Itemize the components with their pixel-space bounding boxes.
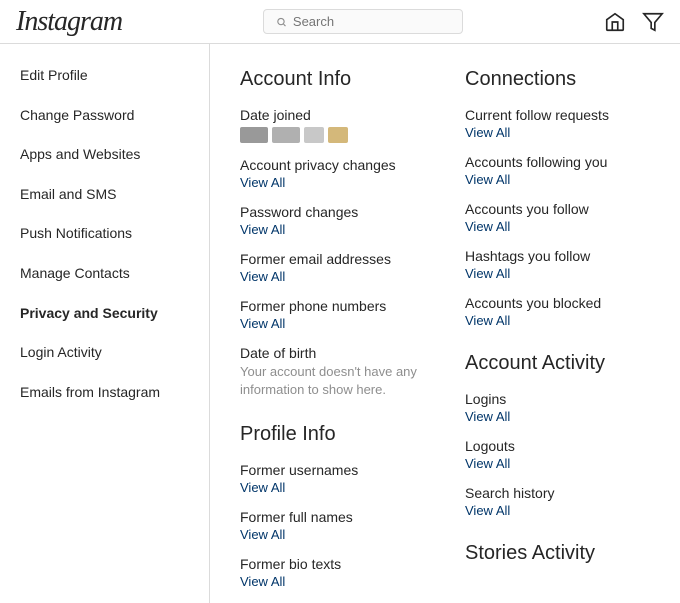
profile-info-section: Profile Info Former usernames View All F… bbox=[240, 423, 425, 589]
former-bio-item: Former bio texts View All bbox=[240, 556, 425, 589]
logouts-label: Logouts bbox=[465, 438, 650, 454]
former-usernames-link[interactable]: View All bbox=[240, 480, 425, 495]
bar-seg-4 bbox=[328, 127, 348, 143]
accounts-following-you-item: Accounts following you View All bbox=[465, 154, 650, 187]
sidebar-item-edit-profile[interactable]: Edit Profile bbox=[0, 56, 209, 96]
hashtags-you-follow-item: Hashtags you follow View All bbox=[465, 248, 650, 281]
logins-link[interactable]: View All bbox=[465, 409, 650, 424]
sidebar-item-change-password[interactable]: Change Password bbox=[0, 96, 209, 136]
home-icon[interactable] bbox=[604, 11, 626, 33]
stories-activity-title: Stories Activity bbox=[465, 542, 650, 565]
former-phone-link[interactable]: View All bbox=[240, 316, 425, 331]
date-joined-bar bbox=[240, 127, 425, 143]
sidebar-item-apps-websites[interactable]: Apps and Websites bbox=[0, 135, 209, 175]
bar-seg-1 bbox=[240, 127, 268, 143]
connections-section: Connections Current follow requests View… bbox=[465, 68, 650, 328]
right-column: Connections Current follow requests View… bbox=[465, 68, 650, 603]
filter-icon[interactable] bbox=[642, 11, 664, 33]
account-info-title: Account Info bbox=[240, 68, 425, 91]
password-changes-label: Password changes bbox=[240, 204, 425, 220]
date-of-birth-label: Date of birth bbox=[240, 345, 425, 361]
sidebar: Edit Profile Change Password Apps and We… bbox=[0, 44, 210, 603]
connections-title: Connections bbox=[465, 68, 650, 91]
hashtags-you-follow-label: Hashtags you follow bbox=[465, 248, 650, 264]
content-area: Account Info Date joined Account privacy… bbox=[210, 44, 680, 603]
account-privacy-changes-link[interactable]: View All bbox=[240, 175, 425, 190]
former-bio-link[interactable]: View All bbox=[240, 574, 425, 589]
former-usernames-label: Former usernames bbox=[240, 462, 425, 478]
header: Instagram bbox=[0, 0, 680, 44]
accounts-you-follow-link[interactable]: View All bbox=[465, 219, 650, 234]
former-full-names-label: Former full names bbox=[240, 509, 425, 525]
stories-activity-section: Stories Activity bbox=[465, 542, 650, 565]
former-usernames-item: Former usernames View All bbox=[240, 462, 425, 495]
accounts-you-follow-item: Accounts you follow View All bbox=[465, 201, 650, 234]
header-icons bbox=[604, 11, 664, 33]
search-history-item: Search history View All bbox=[465, 485, 650, 518]
sidebar-item-push-notifications[interactable]: Push Notifications bbox=[0, 214, 209, 254]
former-email-link[interactable]: View All bbox=[240, 269, 425, 284]
account-privacy-changes-item: Account privacy changes View All bbox=[240, 157, 425, 190]
search-history-label: Search history bbox=[465, 485, 650, 501]
bar-seg-2 bbox=[272, 127, 300, 143]
account-activity-section: Account Activity Logins View All Logouts… bbox=[465, 352, 650, 518]
search-history-link[interactable]: View All bbox=[465, 503, 650, 518]
current-follow-requests-link[interactable]: View All bbox=[465, 125, 650, 140]
sidebar-item-privacy-security[interactable]: Privacy and Security bbox=[0, 294, 209, 334]
former-full-names-item: Former full names View All bbox=[240, 509, 425, 542]
main-container: Edit Profile Change Password Apps and We… bbox=[0, 44, 680, 603]
search-input[interactable] bbox=[293, 14, 450, 29]
date-joined-label: Date joined bbox=[240, 107, 425, 123]
password-changes-item: Password changes View All bbox=[240, 204, 425, 237]
date-of-birth-desc: Your account doesn't have any informatio… bbox=[240, 363, 425, 399]
account-info-column: Account Info Date joined Account privacy… bbox=[240, 68, 425, 603]
accounts-you-blocked-link[interactable]: View All bbox=[465, 313, 650, 328]
sidebar-item-emails-instagram[interactable]: Emails from Instagram bbox=[0, 373, 209, 413]
account-privacy-changes-label: Account privacy changes bbox=[240, 157, 425, 173]
accounts-you-follow-label: Accounts you follow bbox=[465, 201, 650, 217]
accounts-following-you-link[interactable]: View All bbox=[465, 172, 650, 187]
logo: Instagram bbox=[16, 6, 122, 38]
date-of-birth-item: Date of birth Your account doesn't have … bbox=[240, 345, 425, 399]
accounts-following-you-label: Accounts following you bbox=[465, 154, 650, 170]
accounts-you-blocked-label: Accounts you blocked bbox=[465, 295, 650, 311]
logouts-link[interactable]: View All bbox=[465, 456, 650, 471]
logins-item: Logins View All bbox=[465, 391, 650, 424]
former-email-label: Former email addresses bbox=[240, 251, 425, 267]
current-follow-requests-label: Current follow requests bbox=[465, 107, 650, 123]
date-joined-item: Date joined bbox=[240, 107, 425, 143]
account-info-section: Account Info Date joined Account privacy… bbox=[240, 68, 425, 399]
former-bio-label: Former bio texts bbox=[240, 556, 425, 572]
sidebar-item-login-activity[interactable]: Login Activity bbox=[0, 333, 209, 373]
former-email-item: Former email addresses View All bbox=[240, 251, 425, 284]
former-full-names-link[interactable]: View All bbox=[240, 527, 425, 542]
sidebar-item-email-sms[interactable]: Email and SMS bbox=[0, 175, 209, 215]
search-icon bbox=[276, 16, 287, 28]
current-follow-requests-item: Current follow requests View All bbox=[465, 107, 650, 140]
profile-info-title: Profile Info bbox=[240, 423, 425, 446]
search-bar[interactable] bbox=[263, 9, 463, 34]
former-phone-label: Former phone numbers bbox=[240, 298, 425, 314]
accounts-you-blocked-item: Accounts you blocked View All bbox=[465, 295, 650, 328]
logouts-item: Logouts View All bbox=[465, 438, 650, 471]
account-activity-title: Account Activity bbox=[465, 352, 650, 375]
former-phone-item: Former phone numbers View All bbox=[240, 298, 425, 331]
password-changes-link[interactable]: View All bbox=[240, 222, 425, 237]
logins-label: Logins bbox=[465, 391, 650, 407]
bar-seg-3 bbox=[304, 127, 324, 143]
sidebar-item-manage-contacts[interactable]: Manage Contacts bbox=[0, 254, 209, 294]
hashtags-you-follow-link[interactable]: View All bbox=[465, 266, 650, 281]
